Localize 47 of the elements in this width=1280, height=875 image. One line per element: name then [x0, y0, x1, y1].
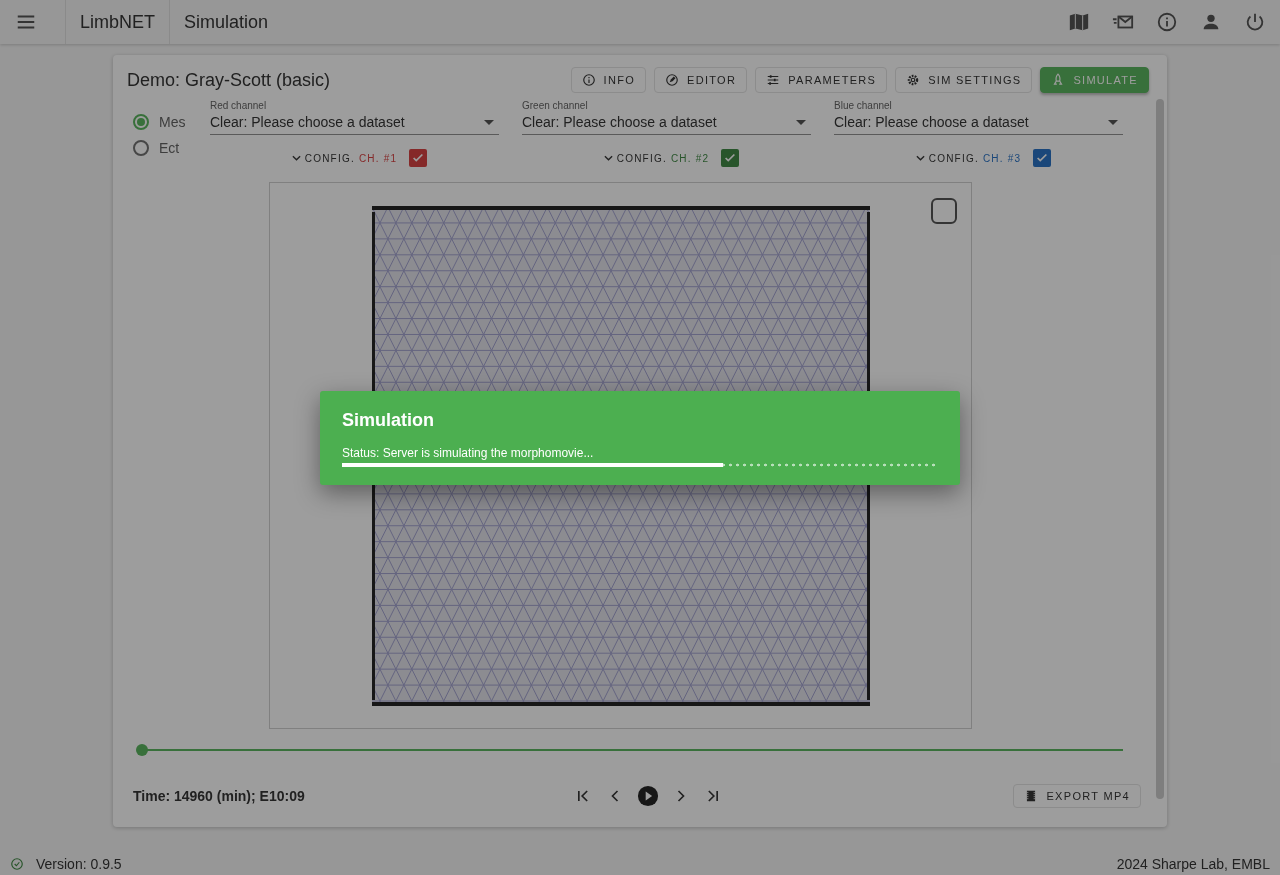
info-icon — [581, 73, 596, 87]
caret-icon — [796, 119, 806, 125]
radio-label: Ect — [159, 140, 180, 156]
caret-icon — [1108, 119, 1118, 125]
credit-label: 2024 Sharpe Lab, EMBL — [1116, 856, 1270, 872]
power-icon[interactable] — [1244, 11, 1266, 33]
parameters-button[interactable]: PARAMETERS — [755, 67, 888, 93]
check-icon — [1035, 151, 1050, 165]
version-label: Version: 0.9.5 — [36, 856, 122, 872]
sliders-icon — [766, 73, 781, 87]
check-circle-icon — [10, 857, 24, 871]
info-button[interactable]: INFO — [570, 67, 646, 93]
gear-icon — [906, 73, 921, 87]
config-toggle[interactable]: CONFIG. CH. #2 — [603, 152, 710, 164]
editor-button[interactable]: EDITOR — [654, 67, 748, 93]
config-toggle[interactable]: CONFIG. CH. #1 — [291, 152, 398, 164]
checkbox[interactable] — [931, 198, 957, 224]
dialog-title: Simulation — [342, 410, 435, 431]
info-icon[interactable] — [1156, 11, 1178, 33]
radio-button[interactable] — [133, 114, 149, 130]
check-icon — [411, 151, 426, 165]
channel-select[interactable]: Blue channel Clear: Please choose a dataset — [834, 97, 1123, 135]
settings-button[interactable]: SIM SETTINGS — [895, 67, 1033, 93]
book-icon[interactable] — [1068, 11, 1090, 33]
export-button[interactable]: EXPORT MP4 — [1013, 784, 1141, 808]
scrollbar[interactable] — [1156, 99, 1164, 799]
page-title: Simulation — [169, 0, 283, 44]
status-text: Status: Server is simulating the morphomovie... — [342, 446, 595, 460]
timeline-slider[interactable] — [136, 744, 1123, 756]
chevron-icon — [603, 155, 613, 161]
chevron-icon — [915, 155, 925, 161]
pencil-icon — [665, 73, 679, 87]
caret-icon — [484, 119, 494, 125]
play-icon[interactable] — [637, 785, 659, 807]
channel-select[interactable]: Green channel Clear: Please choose a dataset — [522, 97, 811, 135]
radio-label: Mes — [159, 114, 186, 130]
channel-checkbox[interactable] — [409, 149, 428, 167]
config-toggle[interactable]: CONFIG. CH. #3 — [915, 152, 1022, 164]
check-icon — [723, 151, 738, 165]
channel-checkbox[interactable] — [721, 149, 740, 167]
card-title: Demo: Gray-Scott (basic) — [127, 69, 331, 91]
channel-select[interactable]: Red channel Clear: Please choose a dataset — [210, 97, 499, 135]
channel-checkbox[interactable] — [1033, 149, 1052, 167]
app-name: LimbNET — [65, 0, 169, 44]
radio-button[interactable] — [133, 140, 149, 156]
time-label: Time: 14960 (min); E10:09 — [133, 788, 306, 804]
chevron-icon — [291, 155, 301, 161]
